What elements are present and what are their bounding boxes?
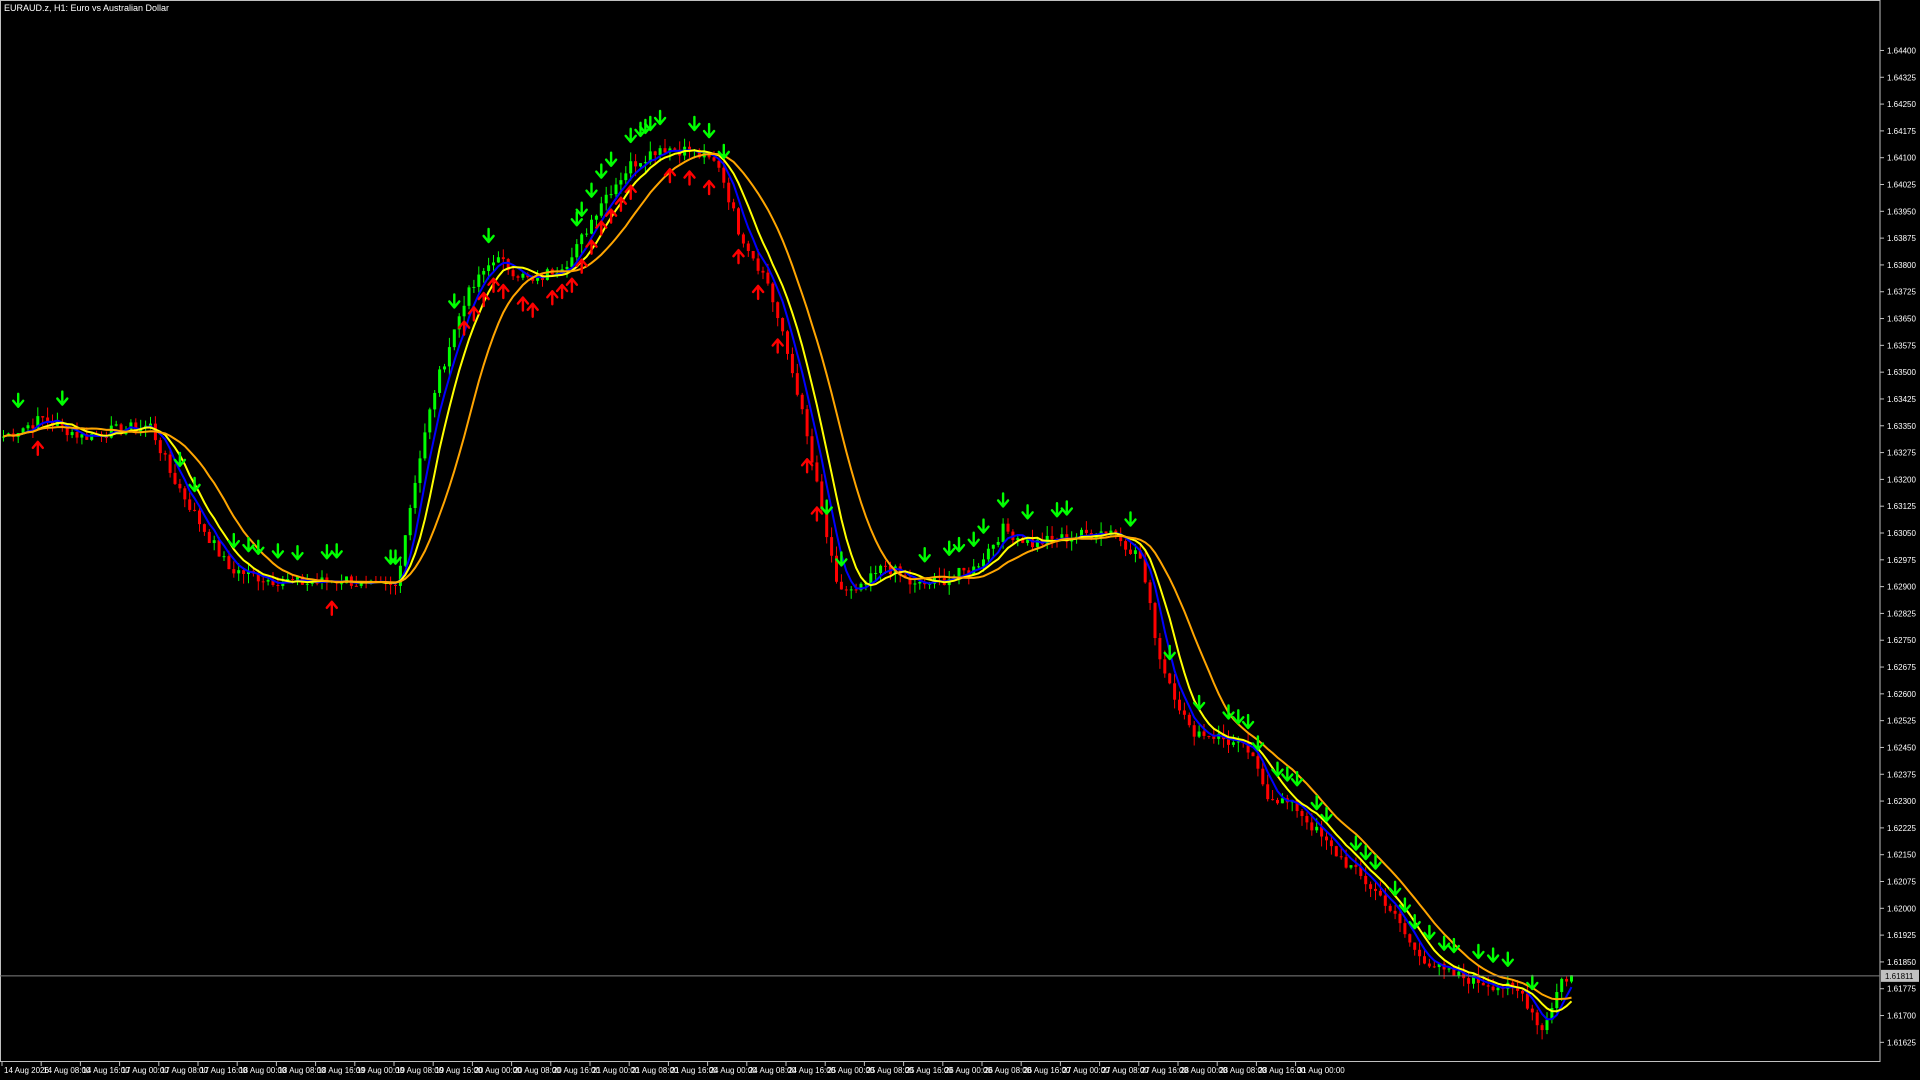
svg-text:1.64175: 1.64175: [1887, 127, 1916, 136]
svg-text:1.62975: 1.62975: [1887, 556, 1916, 565]
svg-text:1.62150: 1.62150: [1887, 851, 1916, 860]
svg-text:1.63725: 1.63725: [1887, 288, 1916, 297]
svg-text:1.62450: 1.62450: [1887, 743, 1916, 752]
svg-text:1.62300: 1.62300: [1887, 797, 1916, 806]
svg-text:1.63425: 1.63425: [1887, 395, 1916, 404]
svg-text:1.62525: 1.62525: [1887, 717, 1916, 726]
svg-text:1.63275: 1.63275: [1887, 449, 1916, 458]
candle: [545, 267, 549, 281]
svg-text:1.64100: 1.64100: [1887, 154, 1916, 163]
candle: [403, 535, 407, 568]
svg-text:1.63950: 1.63950: [1887, 207, 1916, 216]
svg-text:1.63125: 1.63125: [1887, 502, 1916, 511]
svg-text:1.64250: 1.64250: [1887, 100, 1916, 109]
svg-text:1.61625: 1.61625: [1887, 1038, 1916, 1047]
svg-text:1.62600: 1.62600: [1887, 690, 1916, 699]
candle: [467, 285, 471, 310]
svg-text:1.63875: 1.63875: [1887, 234, 1916, 243]
svg-text:1.62375: 1.62375: [1887, 770, 1916, 779]
svg-text:1.64025: 1.64025: [1887, 181, 1916, 190]
candle: [737, 207, 740, 236]
svg-text:31 Aug 00:00: 31 Aug 00:00: [1298, 1066, 1346, 1075]
svg-text:1.64400: 1.64400: [1887, 46, 1916, 55]
svg-text:1.63350: 1.63350: [1887, 422, 1916, 431]
svg-text:1.63575: 1.63575: [1887, 341, 1916, 350]
svg-text:1.63500: 1.63500: [1887, 368, 1916, 377]
svg-text:1.62075: 1.62075: [1887, 877, 1916, 886]
current-price-tag: 1.61811: [1881, 969, 1919, 982]
chart-title: EURAUD.z, H1: Euro vs Australian Dollar: [4, 3, 170, 13]
candle: [408, 504, 412, 541]
svg-text:1.62000: 1.62000: [1887, 904, 1916, 913]
svg-text:1.61775: 1.61775: [1887, 985, 1916, 994]
svg-text:1.61925: 1.61925: [1887, 931, 1916, 940]
svg-text:1.62825: 1.62825: [1887, 609, 1916, 618]
svg-text:1.61811: 1.61811: [1885, 972, 1914, 981]
svg-text:1.62750: 1.62750: [1887, 636, 1916, 645]
candle: [1334, 845, 1338, 857]
svg-text:1.63650: 1.63650: [1887, 315, 1916, 324]
svg-text:1.61850: 1.61850: [1887, 958, 1916, 967]
svg-text:1.61700: 1.61700: [1887, 1012, 1916, 1021]
candle: [1168, 672, 1172, 685]
svg-text:1.63200: 1.63200: [1887, 475, 1916, 484]
candle: [438, 366, 442, 397]
svg-text:1.62225: 1.62225: [1887, 824, 1916, 833]
svg-text:1.63050: 1.63050: [1887, 529, 1916, 538]
svg-text:1.62675: 1.62675: [1887, 663, 1916, 672]
svg-text:1.64325: 1.64325: [1887, 73, 1916, 82]
svg-text:1.62900: 1.62900: [1887, 583, 1916, 592]
svg-text:1.63800: 1.63800: [1887, 261, 1916, 270]
price-chart[interactable]: 1.64400 1.64325 1.64250 1.64175 1.64100 1.640…: [0, 0, 1920, 1080]
